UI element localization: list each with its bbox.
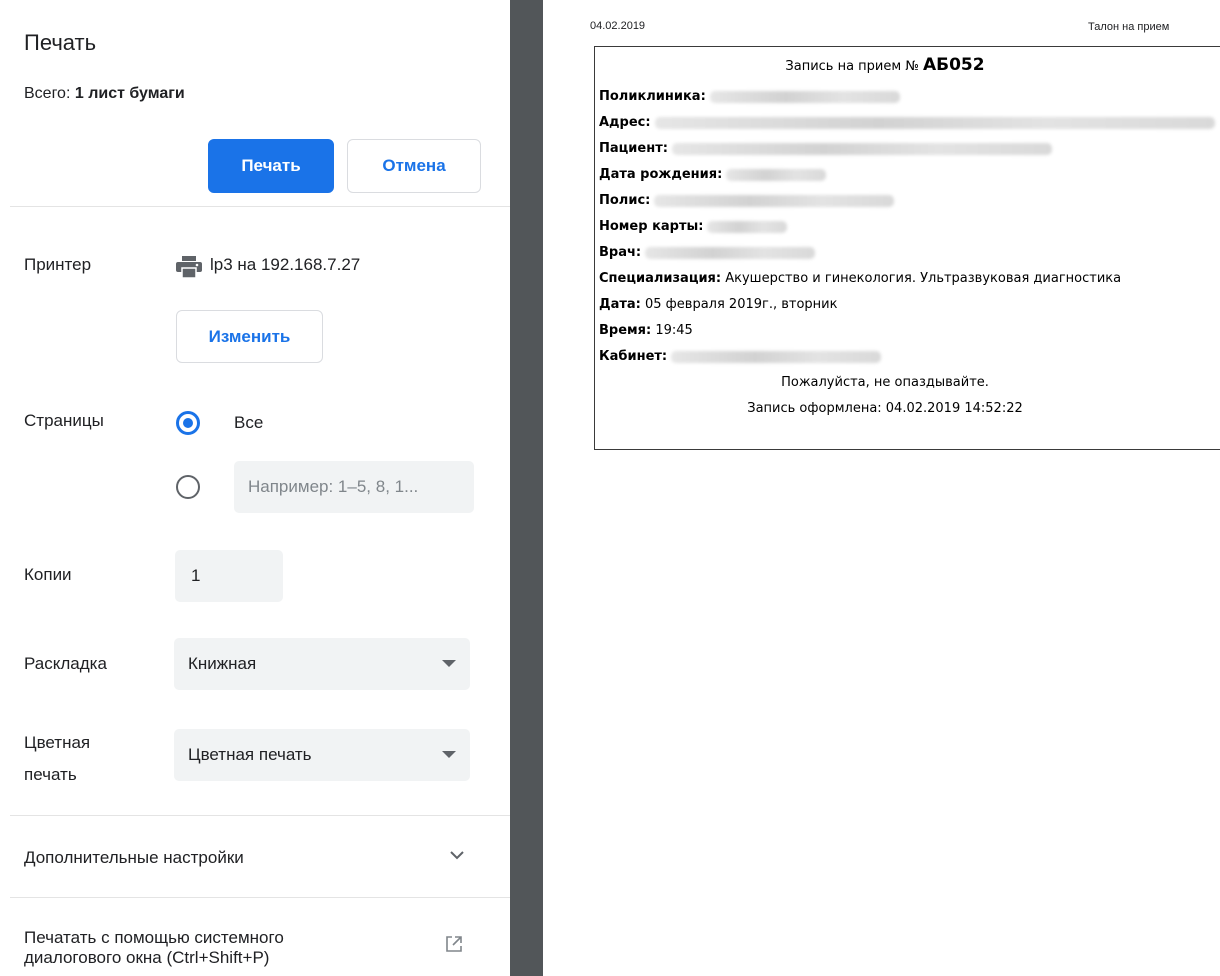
cabinet-key: Кабинет: — [599, 349, 668, 364]
dialog-title: Печать — [24, 30, 97, 55]
redacted-value — [671, 350, 882, 363]
copies-label: Копии — [24, 565, 72, 584]
sheet-count-prefix: Всего: — [24, 85, 75, 102]
policy-key: Полис: — [599, 193, 651, 208]
address-key: Адрес: — [599, 115, 651, 130]
layout-value: Книжная — [188, 654, 257, 673]
clinic-key: Поликлиника: — [599, 89, 706, 104]
appointment-ticket: Запись на прием № АБ052 Поликлиника: Адр… — [594, 46, 1220, 450]
ticket-row-date: Дата: 05 февраля 2019г., вторник — [599, 297, 837, 312]
card-key: Номер карты: — [599, 219, 704, 234]
birth-key: Дата рождения: — [599, 167, 723, 182]
ticket-row-birth: Дата рождения: — [599, 167, 827, 182]
divider — [10, 206, 510, 207]
ticket-row-doctor: Врач: — [599, 245, 816, 260]
color-select[interactable]: Цветная печать — [174, 729, 470, 781]
cancel-button[interactable]: Отмена — [347, 139, 481, 193]
pages-all-radio[interactable] — [176, 411, 200, 435]
pages-label: Страницы — [24, 411, 104, 430]
ticket-number: АБ052 — [922, 55, 985, 75]
doctor-key: Врач: — [599, 245, 642, 260]
open-external-icon[interactable] — [444, 934, 464, 954]
page-header-date: 04.02.2019 — [590, 20, 646, 32]
ticket-row-policy: Полис: — [599, 193, 895, 208]
ticket-created: Запись оформлена: 04.02.2019 14:52:22 — [747, 401, 1023, 416]
printer-icon — [176, 256, 202, 278]
pages-all-label[interactable]: Все — [234, 413, 263, 433]
ticket-row-time: Время: 19:45 — [599, 323, 693, 338]
system-dialog-line1: Печатать с помощью системного — [24, 928, 284, 947]
print-settings-panel: Печать Всего: 1 лист бумаги Печать Отмен… — [0, 0, 510, 976]
ticket-heading-prefix: Запись на прием № — [785, 59, 923, 74]
time-value: 19:45 — [651, 323, 693, 338]
print-button[interactable]: Печать — [208, 139, 334, 193]
copies-input[interactable]: 1 — [175, 550, 283, 602]
redacted-value — [654, 194, 895, 207]
color-value: Цветная печать — [188, 745, 312, 764]
preview-gutter — [510, 0, 543, 976]
color-label-line1: Цветная — [24, 733, 91, 752]
ticket-row-address: Адрес: — [599, 115, 1215, 130]
printer-label: Принтер — [24, 255, 92, 274]
ticket-row-specialization: Специализация: Акушерство и гинекология.… — [599, 271, 1121, 286]
ticket-note: Пожалуйста, не опаздывайте. — [781, 375, 989, 390]
chevron-down-icon[interactable] — [448, 846, 466, 864]
specialization-value: Акушерство и гинекология. Ультразвуковая… — [721, 271, 1122, 286]
color-label-line2: печать — [24, 765, 77, 784]
system-dialog-line2: диалогового окна (Ctrl+Shift+P) — [24, 948, 270, 967]
ticket-row-patient: Пациент: — [599, 141, 1052, 156]
printer-name: lp3 на 192.168.7.27 — [210, 255, 361, 274]
divider — [10, 897, 510, 898]
pages-input[interactable]: Например: 1–5, 8, 1... — [234, 461, 474, 513]
layout-select[interactable]: Книжная — [174, 638, 470, 690]
ticket-row-cabinet: Кабинет: — [599, 349, 882, 364]
redacted-value — [709, 90, 900, 103]
more-settings-toggle[interactable]: Дополнительные настройки — [24, 848, 244, 868]
dropdown-arrow-icon — [442, 751, 456, 758]
print-preview: 04.02.2019 Талон на прием Запись на прие… — [543, 0, 1220, 976]
ticket-row-clinic: Поликлиника: — [599, 89, 900, 104]
date-key: Дата: — [599, 297, 641, 312]
time-key: Время: — [599, 323, 652, 338]
sheet-count: Всего: 1 лист бумаги — [24, 85, 185, 103]
page-header-title: Талон на прием — [1088, 21, 1170, 33]
specialization-key: Специализация: — [599, 271, 722, 286]
sheet-count-value: 1 лист бумаги — [74, 85, 185, 102]
redacted-value — [654, 116, 1215, 129]
dropdown-arrow-icon — [442, 660, 456, 667]
divider — [10, 815, 510, 816]
color-label: Цветная печать — [24, 727, 90, 791]
patient-key: Пациент: — [599, 141, 668, 156]
layout-label: Раскладка — [24, 654, 107, 673]
redacted-value — [671, 142, 1052, 155]
redacted-value — [726, 168, 827, 181]
date-value: 05 февраля 2019г., вторник — [640, 297, 838, 312]
system-dialog-link[interactable]: Печатать с помощью системного диалоговог… — [24, 928, 404, 968]
pages-custom-radio[interactable] — [176, 475, 200, 499]
redacted-value — [645, 246, 816, 259]
ticket-heading: Запись на прием № АБ052 — [595, 55, 1175, 75]
ticket-row-card: Номер карты: — [599, 219, 788, 234]
redacted-value — [707, 220, 788, 233]
change-printer-button[interactable]: Изменить — [176, 310, 323, 363]
